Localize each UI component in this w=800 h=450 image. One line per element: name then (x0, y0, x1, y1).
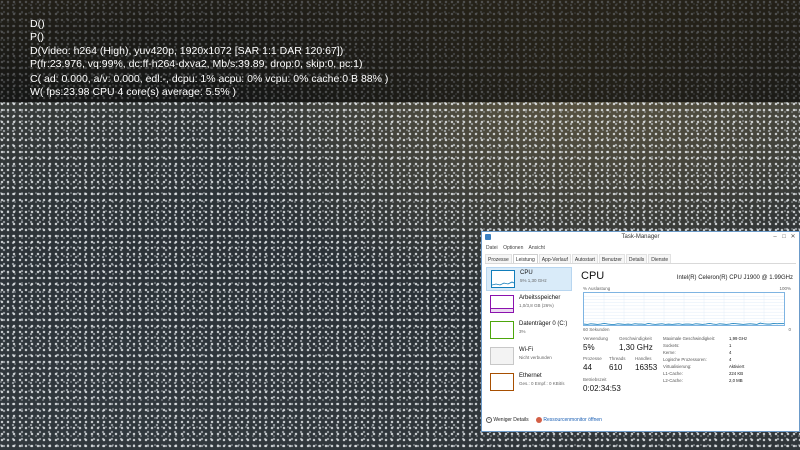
wifi-thumbnail-graph (490, 347, 514, 365)
stat-line-decoder: D() (30, 18, 45, 30)
cpu-thumbnail-graph (491, 270, 515, 288)
cpu-heading: CPU (581, 270, 605, 282)
sockets-value: 1 (729, 343, 732, 348)
speed-value: 1,30 GHz (619, 343, 653, 352)
resource-disk[interactable]: Datenträger 0 (C:) 3% (486, 319, 572, 343)
l2-cache-value: 2,0 MB (729, 378, 743, 383)
stat-line-cpu: C( ad: 0.000, a/v: 0.000, edl:-, dcpu: 1… (30, 73, 389, 85)
resource-usage: 5% 1,30 GHz (520, 278, 547, 283)
menu-bar: Datei Optionen Ansicht (486, 245, 549, 253)
cpu-usage-graph (583, 292, 785, 326)
sockets-label: Sockets: (663, 343, 680, 348)
tab-details[interactable]: Details (625, 254, 648, 263)
task-manager-window: Task-Manager – □ ✕ Datei Optionen Ansich… (481, 231, 800, 432)
tab-benutzer[interactable]: Benutzer (598, 254, 625, 263)
resource-usage: 1,0/3,8 GB (26%) (519, 303, 554, 308)
minimize-button[interactable]: – (771, 233, 779, 241)
max-speed-value: 1,99 GHz (729, 336, 748, 341)
disk-thumbnail-graph (490, 321, 514, 339)
resource-list: CPU 5% 1,30 GHz Arbeitsspeicher 1,0/3,8 … (486, 267, 572, 399)
resource-name: Ethernet (519, 373, 542, 379)
resource-monitor-link[interactable]: Ressourcenmonitor öffnen (535, 417, 602, 424)
stat-line-player: P() (30, 31, 44, 43)
usage-label: Verwendung (583, 336, 609, 341)
chevron-up-icon: ^ (486, 417, 492, 423)
less-details-link[interactable]: ^ Weniger Details (486, 417, 530, 423)
l2-cache-label: L2-Cache: (663, 378, 683, 383)
processes-label: Prozesse (583, 356, 602, 361)
threads-value: 610 (609, 363, 623, 372)
cores-label: Kerne: (663, 350, 676, 355)
resource-name: Datenträger 0 (C:) (519, 321, 568, 327)
menu-ansicht[interactable]: Ansicht (529, 245, 545, 251)
window-title: Task-Manager (621, 234, 660, 240)
cpu-model: Intel(R) Celeron(R) CPU J1900 @ 1.99GHz (676, 275, 793, 281)
memory-thumbnail-graph (490, 295, 514, 313)
resource-monitor-label: Ressourcenmonitor öffnen (543, 417, 602, 424)
stat-line-playback: P(fr:23.976, vq:99%, dc:ff-h264-dxva2, M… (30, 58, 363, 70)
processes-value: 44 (583, 363, 592, 372)
cores-value: 4 (729, 350, 732, 355)
less-details-label: Weniger Details (493, 417, 529, 424)
menu-datei[interactable]: Datei (486, 245, 498, 251)
resource-ethernet[interactable]: Ethernet Ges.: 0 Empf.: 0 KBit/s (486, 371, 572, 395)
handles-label: Handles (635, 356, 652, 361)
resource-wifi[interactable]: Wi-Fi Nicht verbunden (486, 345, 572, 369)
close-button[interactable]: ✕ (789, 233, 797, 241)
playback-stats-overlay: D() P() D(Video: h264 (High), yuv420p, 1… (0, 0, 800, 102)
graph-time-label: 60 Sekunden (583, 327, 610, 332)
footer: ^ Weniger Details Ressourcenmonitor öffn… (486, 417, 602, 425)
max-speed-label: Maximale Geschwindigkeit: (663, 336, 716, 341)
menu-optionen[interactable]: Optionen (503, 245, 523, 251)
stat-line-fps: W( fps:23.98 CPU 4 core(s) average: 5.5%… (30, 86, 236, 98)
tab-dienste[interactable]: Dienste (648, 254, 672, 263)
title-bar[interactable]: Task-Manager – □ ✕ (482, 232, 799, 243)
resource-monitor-icon (535, 417, 542, 423)
resource-memory[interactable]: Arbeitsspeicher 1,0/3,8 GB (26%) (486, 293, 572, 317)
resource-cpu[interactable]: CPU 5% 1,30 GHz (486, 267, 572, 291)
tab-bar: Prozesse Leistung App-Verlauf Autostart … (485, 254, 796, 264)
maximize-button[interactable]: □ (780, 233, 788, 241)
cpu-detail-panel: CPU Intel(R) Celeron(R) CPU J1900 @ 1.99… (581, 270, 793, 405)
uptime-value: 0:02:34:53 (583, 384, 621, 393)
tab-app-verlauf[interactable]: App-Verlauf (538, 254, 571, 263)
speed-label: Geschwindigkeit (619, 336, 652, 341)
graph-max-label: 100% (779, 286, 791, 291)
resource-name: CPU (520, 270, 533, 276)
l1-cache-value: 224 KB (729, 371, 744, 376)
virtualization-label: Virtualisierung: (663, 364, 692, 369)
l1-cache-label: L1-Cache: (663, 371, 683, 376)
virtualization-value: Aktiviert (729, 364, 745, 369)
resource-name: Arbeitsspeicher (519, 295, 561, 301)
usage-value: 5% (583, 343, 595, 352)
handles-value: 16353 (635, 363, 658, 372)
tab-autostart[interactable]: Autostart (571, 254, 598, 263)
resource-usage: Ges.: 0 Empf.: 0 KBit/s (519, 381, 565, 386)
tab-prozesse[interactable]: Prozesse (485, 254, 512, 263)
logical-processors-value: 4 (729, 357, 732, 362)
graph-utilization-label: % Auslastung (583, 286, 611, 291)
stat-line-video-info: D(Video: h264 (High), yuv420p, 1920x1072… (30, 45, 344, 57)
tab-leistung[interactable]: Leistung (512, 254, 538, 263)
graph-min-label: 0 (788, 327, 791, 332)
threads-label: Threads (609, 356, 626, 361)
uptime-label: Betriebszeit (583, 377, 607, 382)
ethernet-thumbnail-graph (490, 373, 514, 391)
resource-usage: Nicht verbunden (519, 355, 552, 360)
resource-usage: 3% (519, 329, 526, 334)
logical-processors-label: Logische Prozessoren: (663, 357, 707, 362)
resource-name: Wi-Fi (519, 347, 533, 353)
